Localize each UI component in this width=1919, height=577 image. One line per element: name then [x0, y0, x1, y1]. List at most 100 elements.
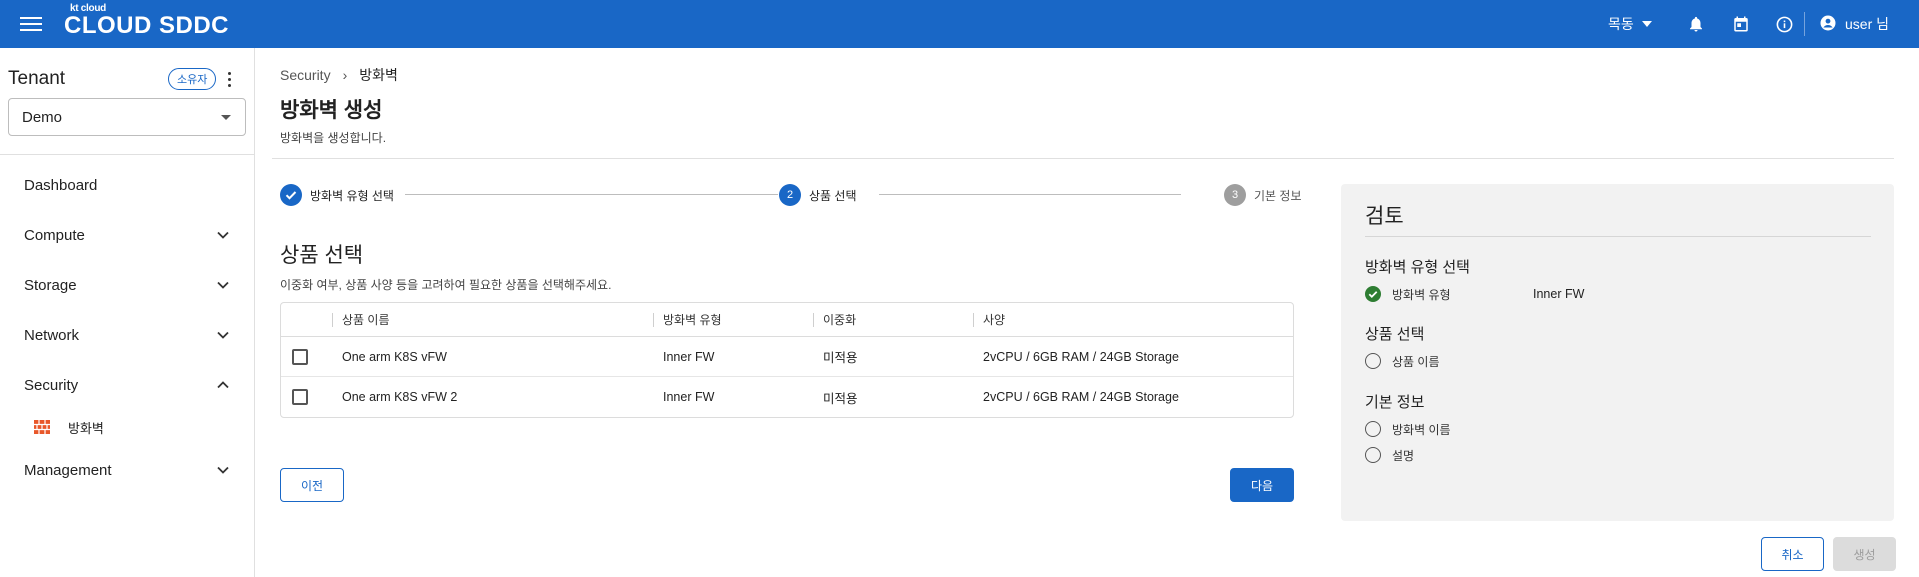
- column-header-spec: 사양: [983, 313, 1006, 327]
- step-connector: [405, 194, 778, 195]
- cell-name: One arm K8S vFW: [342, 349, 447, 364]
- create-button[interactable]: 생성: [1833, 537, 1896, 571]
- sidebar-item-label: 방화벽: [68, 420, 104, 436]
- review-item: 설명: [1365, 446, 1414, 464]
- tenant-select[interactable]: Demo: [8, 98, 246, 136]
- cell-spec: 2vCPU / 6GB RAM / 24GB Storage: [983, 349, 1179, 364]
- review-section-title: 상품 선택: [1365, 326, 1425, 343]
- cell-name: One arm K8S vFW 2: [342, 390, 458, 404]
- row-checkbox[interactable]: [292, 348, 308, 365]
- sidebar-item-dashboard[interactable]: Dashboard: [0, 165, 254, 205]
- tenant-select-value: Demo: [22, 108, 63, 126]
- breadcrumb-separator: ›: [342, 67, 348, 83]
- column-separator: [813, 313, 814, 327]
- review-item-value: Inner FW: [1533, 287, 1585, 301]
- radio-unchecked-icon: [1365, 447, 1381, 463]
- sidebar: Tenant 소유자 Demo Dashboard Compute Storag…: [0, 48, 255, 577]
- main-content: Security › 방화벽 방화벽 생성 방화벽을 생성합니다. 방화벽 유형…: [256, 48, 1919, 577]
- menu-icon[interactable]: [20, 14, 42, 34]
- step-1: 방화벽 유형 선택: [280, 183, 394, 207]
- radio-unchecked-icon: [1365, 421, 1381, 437]
- column-header-name: 상품 이름: [342, 313, 390, 327]
- sidebar-item-label: Network: [24, 326, 80, 344]
- radio-unchecked-icon: [1365, 353, 1381, 369]
- step-label: 방화벽 유형 선택: [310, 188, 394, 203]
- prev-button[interactable]: 이전: [280, 468, 344, 502]
- page-title: 방화벽 생성: [280, 99, 383, 122]
- header-divider: [272, 158, 1894, 159]
- table-header: 상품 이름 방화벽 유형 이중화 사양: [281, 303, 1293, 337]
- page-description: 방화벽을 생성합니다.: [280, 131, 387, 145]
- cell-ha: 미적용: [823, 351, 858, 365]
- top-app-bar: kt cloud CLOUD SDDC 목동 user 님: [0, 0, 1919, 48]
- tenant-title: Tenant: [8, 68, 66, 89]
- review-divider: [1365, 236, 1871, 237]
- cell-spec: 2vCPU / 6GB RAM / 24GB Storage: [983, 390, 1179, 404]
- sidebar-item-management[interactable]: Management: [0, 450, 254, 490]
- review-panel: 검토 방화벽 유형 선택 방화벽 유형 Inner FW 상품 선택 상품 이름…: [1341, 184, 1894, 521]
- account-icon: [1819, 14, 1837, 35]
- sidebar-item-label: Management: [24, 461, 112, 479]
- cell-type: Inner FW: [663, 349, 715, 364]
- region-select[interactable]: 목동: [1608, 0, 1652, 48]
- table-row[interactable]: One arm K8S vFW Inner FW 미적용 2vCPU / 6GB…: [281, 337, 1293, 377]
- stepper: 방화벽 유형 선택 2 상품 선택 3 기본 정보: [280, 183, 1304, 207]
- column-header-ha: 이중화: [823, 313, 857, 327]
- column-separator: [973, 313, 974, 327]
- sidebar-item-label: Storage: [24, 276, 77, 294]
- bell-icon[interactable]: [1685, 13, 1707, 35]
- review-item-label: 방화벽 유형: [1392, 287, 1451, 302]
- breadcrumb-current: 방화벽: [359, 67, 398, 83]
- review-item: 방화벽 이름: [1365, 420, 1451, 438]
- chevron-up-icon: [217, 381, 229, 389]
- user-name: user 님: [1845, 16, 1890, 32]
- sidebar-item-storage[interactable]: Storage: [0, 265, 254, 305]
- column-separator: [653, 313, 654, 327]
- cell-ha: 미적용: [823, 391, 858, 406]
- owner-badge: 소유자: [168, 68, 217, 90]
- review-title: 검토: [1365, 205, 1404, 228]
- chevron-down-icon: [217, 231, 229, 239]
- sidebar-item-firewall[interactable]: 방화벽: [0, 410, 254, 444]
- sidebar-item-security[interactable]: Security: [0, 365, 254, 405]
- review-section-title: 방화벽 유형 선택: [1365, 259, 1470, 276]
- column-header-type: 방화벽 유형: [663, 313, 722, 327]
- check-icon: [280, 184, 302, 206]
- sidebar-item-compute[interactable]: Compute: [0, 215, 254, 255]
- cancel-button[interactable]: 취소: [1761, 537, 1824, 571]
- step-connector: [879, 194, 1181, 195]
- review-item-label: 상품 이름: [1392, 354, 1440, 369]
- sidebar-item-label: Compute: [24, 226, 85, 244]
- step-2: 2 상품 선택: [779, 183, 857, 207]
- row-checkbox[interactable]: [292, 389, 308, 405]
- section-description: 이중화 여부, 상품 사양 등을 고려하여 필요한 상품을 선택해주세요.: [280, 278, 612, 292]
- step-3: 3 기본 정보: [1224, 183, 1302, 207]
- breadcrumb-parent[interactable]: Security: [280, 67, 331, 83]
- breadcrumb: Security › 방화벽: [280, 65, 398, 85]
- next-button[interactable]: 다음: [1230, 468, 1294, 502]
- step-number: 2: [779, 184, 801, 206]
- review-item: 상품 이름: [1365, 352, 1440, 370]
- sidebar-item-label: Dashboard: [24, 176, 98, 194]
- review-section-title: 기본 정보: [1365, 394, 1425, 411]
- cell-type: Inner FW: [663, 390, 715, 404]
- info-icon[interactable]: [1773, 13, 1795, 35]
- firewall-icon: [34, 420, 50, 434]
- sidebar-item-network[interactable]: Network: [0, 315, 254, 355]
- table-row[interactable]: One arm K8S vFW 2 Inner FW 미적용 2vCPU / 6…: [281, 377, 1293, 417]
- product-table: 상품 이름 방화벽 유형 이중화 사양 One arm K8S vFW Inne…: [280, 302, 1294, 418]
- section-title: 상품 선택: [280, 244, 364, 267]
- region-label: 목동: [1608, 16, 1634, 32]
- chevron-down-icon: [217, 281, 229, 289]
- step-label: 상품 선택: [809, 188, 857, 203]
- review-item-label: 방화벽 이름: [1392, 422, 1451, 437]
- check-circle-icon: [1365, 286, 1381, 302]
- user-menu[interactable]: user 님: [1819, 0, 1889, 48]
- chevron-down-icon: [217, 466, 229, 474]
- chevron-down-icon: [217, 331, 229, 339]
- review-item-label: 설명: [1392, 448, 1415, 463]
- sidebar-item-label: Security: [24, 376, 79, 394]
- caret-down-icon: [221, 115, 231, 120]
- calendar-icon[interactable]: [1730, 13, 1752, 35]
- more-vert-icon[interactable]: [221, 68, 237, 90]
